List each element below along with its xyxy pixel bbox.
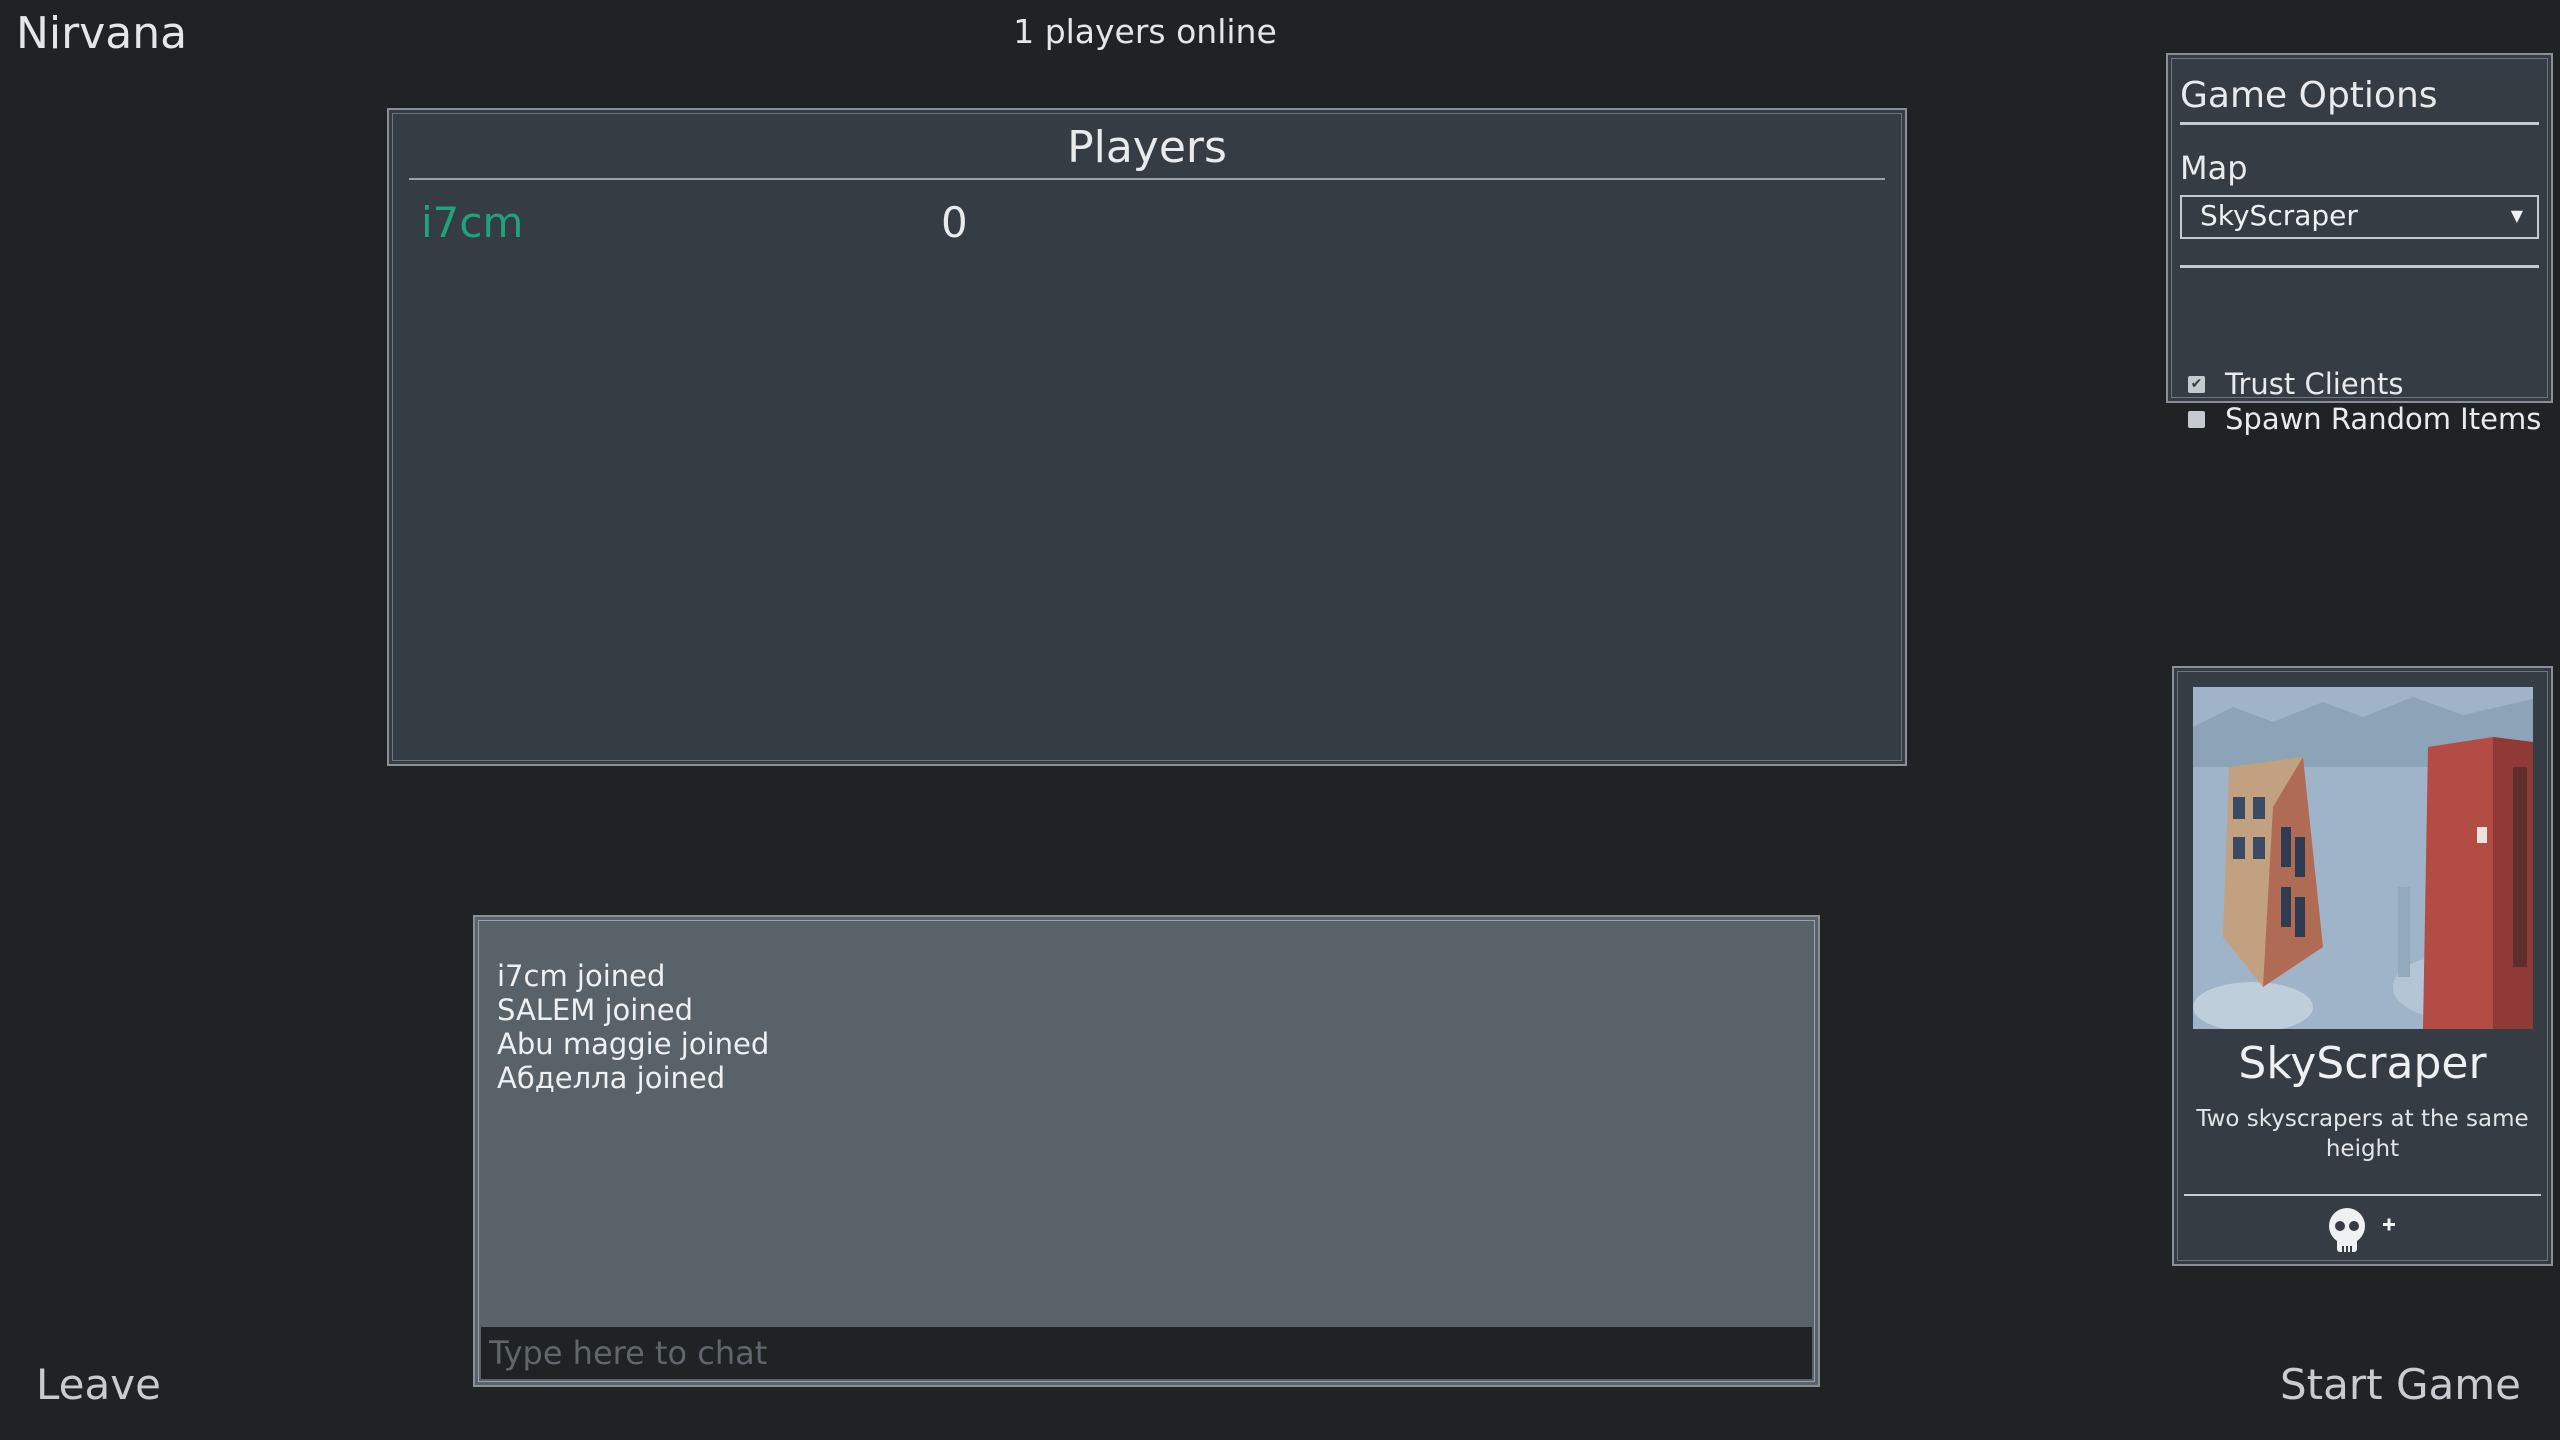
player-row[interactable]: i7cm 0 [421, 198, 1021, 258]
chat-message: SALEM joined [497, 993, 693, 1027]
game-options-title: Game Options [2180, 71, 2539, 125]
map-name: SkyScraper [2238, 1038, 2487, 1089]
game-options-panel: Game Options Map SkyScraper ▼ ✔ Trust Cli… [2166, 53, 2553, 436]
map-card: SkyScraper Two skyscrapers at the same h… [2172, 666, 2553, 1266]
map-card-divider [2184, 1194, 2541, 1196]
map-select-value: SkyScraper [2200, 199, 2358, 232]
players-heading: Players [409, 116, 1885, 180]
map-preview-image [2193, 687, 2533, 1029]
player-name: i7cm [421, 198, 524, 247]
chat-message: i7cm joined [497, 959, 666, 993]
map-select[interactable]: SkyScraper ▼ [2180, 195, 2539, 239]
options-divider [2180, 265, 2539, 268]
chat-panel: i7cm joined SALEM joined Abu maggie join… [473, 915, 1820, 1387]
players-panel: Players i7cm 0 [387, 108, 1907, 766]
game-title: Nirvana [16, 8, 188, 59]
chevron-down-icon: ▼ [2510, 206, 2523, 225]
start-game-button[interactable]: Start Game [2280, 1360, 2521, 1409]
online-count: 1 players online [1013, 12, 1277, 51]
chat-input[interactable] [481, 1327, 1812, 1379]
chat-message: Abu maggie joined [497, 1027, 770, 1061]
checkbox-unchecked-icon [2188, 410, 2205, 428]
map-description: Two skyscrapers at the same height [2196, 1106, 2529, 1162]
spawn-random-items-checkbox[interactable]: Spawn Random Items [2188, 402, 2541, 436]
map-label: Map [2180, 149, 2248, 187]
trust-clients-label: Trust Clients [2225, 367, 2404, 401]
leave-button[interactable]: Leave [36, 1360, 161, 1409]
chat-message: Абделла joined [497, 1061, 726, 1095]
player-score: 0 [941, 198, 968, 247]
chat-log: i7cm joined SALEM joined Abu maggie join… [497, 959, 769, 1095]
plus-icon [2382, 1218, 2395, 1231]
spawn-random-items-label: Spawn Random Items [2225, 402, 2542, 436]
map-mode-icons [2174, 1206, 2551, 1258]
trust-clients-checkbox[interactable]: ✔ Trust Clients [2188, 367, 2404, 401]
checkbox-checked-icon: ✔ [2188, 375, 2205, 393]
skull-icon [2328, 1208, 2395, 1252]
